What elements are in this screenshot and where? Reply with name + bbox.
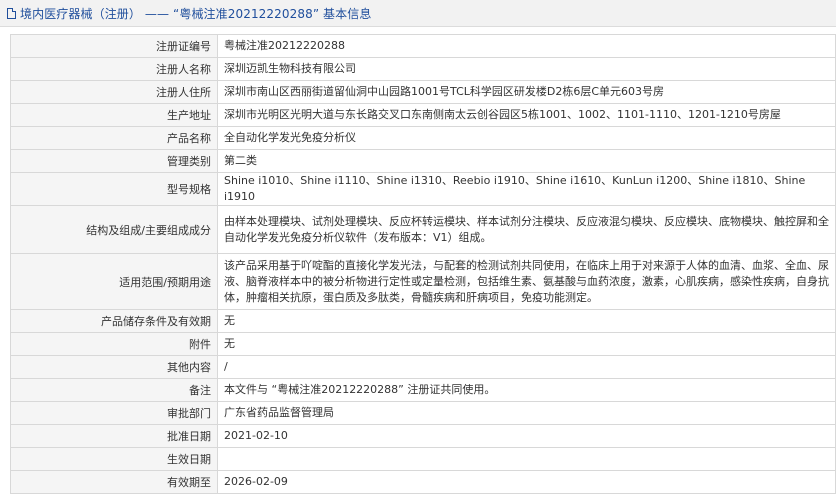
field-label: 产品储存条件及有效期	[10, 309, 218, 333]
field-value: 本文件与 “粤械注准20212220288” 注册证共同使用。	[217, 378, 836, 402]
table-row: 管理类别 第二类	[10, 149, 836, 173]
field-label: 注册人住所	[10, 80, 218, 104]
field-value: 由样本处理模块、试剂处理模块、反应杯转运模块、样本试剂分注模块、反应液混匀模块、…	[217, 205, 836, 254]
table-row: 有效期至 2026-02-09	[10, 470, 836, 494]
field-value: 第二类	[217, 149, 836, 173]
field-value: 2026-02-09	[217, 470, 836, 494]
field-value: 深圳迈凯生物科技有限公司	[217, 57, 836, 81]
field-value: 粤械注准20212220288	[217, 34, 836, 58]
table-row: 产品储存条件及有效期 无	[10, 309, 836, 333]
field-label: 生产地址	[10, 103, 218, 127]
field-value: 无	[217, 332, 836, 356]
table-row: 审批部门 广东省药品监督管理局	[10, 401, 836, 425]
field-value: 全自动化学发光免疫分析仪	[217, 126, 836, 150]
table-row: 其他内容 /	[10, 355, 836, 379]
field-value: 深圳市光明区光明大道与东长路交叉口东南侧南太云创谷园区5栋1001、1002、1…	[217, 103, 836, 127]
field-label: 结构及组成/主要组成成分	[10, 205, 218, 254]
page-header: 境内医疗器械（注册） —— “粤械注准20212220288” 基本信息	[0, 0, 836, 27]
table-row: 产品名称 全自动化学发光免疫分析仪	[10, 126, 836, 150]
page-title: 境内医疗器械（注册） —— “粤械注准20212220288” 基本信息	[20, 6, 372, 21]
table-row: 生效日期	[10, 447, 836, 471]
field-label: 型号规格	[10, 172, 218, 206]
info-table: 注册证编号 粤械注准20212220288 注册人名称 深圳迈凯生物科技有限公司…	[10, 34, 836, 494]
document-icon	[7, 7, 16, 19]
field-label: 审批部门	[10, 401, 218, 425]
table-row: 生产地址 深圳市光明区光明大道与东长路交叉口东南侧南太云创谷园区5栋1001、1…	[10, 103, 836, 127]
field-label: 适用范围/预期用途	[10, 253, 218, 310]
field-label: 附件	[10, 332, 218, 356]
table-row: 适用范围/预期用途 该产品采用基于吖啶酯的直接化学发光法，与配套的检测试剂共同使…	[10, 253, 836, 310]
table-row: 注册人住所 深圳市南山区西丽街道留仙洞中山园路1001号TCL科学园区研发楼D2…	[10, 80, 836, 104]
field-label: 备注	[10, 378, 218, 402]
field-value	[217, 447, 836, 471]
field-label: 生效日期	[10, 447, 218, 471]
field-value: /	[217, 355, 836, 379]
field-label: 注册证编号	[10, 34, 218, 58]
field-value: 无	[217, 309, 836, 333]
field-value: 2021-02-10	[217, 424, 836, 448]
table-row: 结构及组成/主要组成成分 由样本处理模块、试剂处理模块、反应杯转运模块、样本试剂…	[10, 205, 836, 254]
field-value: Shine i1010、Shine i1110、Shine i1310、Reeb…	[217, 172, 836, 206]
table-row: 备注 本文件与 “粤械注准20212220288” 注册证共同使用。	[10, 378, 836, 402]
field-label: 产品名称	[10, 126, 218, 150]
table-row: 注册人名称 深圳迈凯生物科技有限公司	[10, 57, 836, 81]
table-row: 注册证编号 粤械注准20212220288	[10, 34, 836, 58]
field-label: 批准日期	[10, 424, 218, 448]
table-row: 型号规格 Shine i1010、Shine i1110、Shine i1310…	[10, 172, 836, 206]
field-value: 广东省药品监督管理局	[217, 401, 836, 425]
table-row: 附件 无	[10, 332, 836, 356]
table-row: 批准日期 2021-02-10	[10, 424, 836, 448]
field-label: 有效期至	[10, 470, 218, 494]
field-value: 该产品采用基于吖啶酯的直接化学发光法，与配套的检测试剂共同使用，在临床上用于对来…	[217, 253, 836, 310]
field-label: 管理类别	[10, 149, 218, 173]
field-label: 注册人名称	[10, 57, 218, 81]
field-label: 其他内容	[10, 355, 218, 379]
field-value: 深圳市南山区西丽街道留仙洞中山园路1001号TCL科学园区研发楼D2栋6层C单元…	[217, 80, 836, 104]
